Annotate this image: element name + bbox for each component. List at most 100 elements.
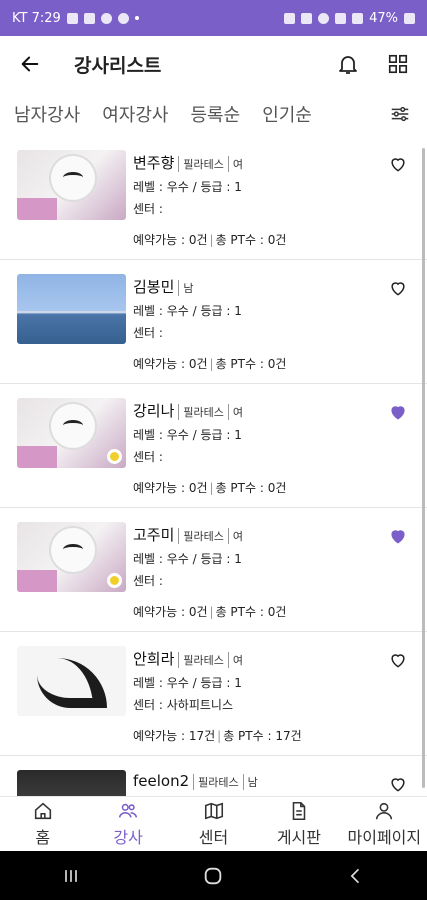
- instructor-card[interactable]: 김봉민 남 레벨 : 우수 / 등급 : 1 센터 : 예약가능 : 0건 | 총 PT수 …: [0, 260, 427, 384]
- filter-male[interactable]: 남자강사: [14, 101, 80, 127]
- notification-button[interactable]: [335, 51, 361, 77]
- filter-female[interactable]: 여자강사: [102, 101, 168, 127]
- instructor-photo: [17, 150, 126, 220]
- instructor-photo: [17, 398, 126, 468]
- pt-count: 총 PT수 : 0건: [215, 605, 287, 619]
- available-count: 예약가능 : 0건: [133, 481, 208, 495]
- pt-count: 총 PT수 : 0건: [215, 357, 287, 371]
- instagram-icon: [83, 12, 95, 24]
- instructor-gender: 여: [227, 156, 243, 172]
- instructor-center: 센터 :: [133, 326, 163, 340]
- heart-icon[interactable]: [388, 278, 408, 298]
- document-icon: [292, 801, 306, 821]
- instructor-gender: 여: [227, 528, 243, 544]
- bluetooth-icon: [318, 12, 330, 24]
- available-count: 예약가능 : 0건: [133, 357, 208, 371]
- messenger-icon: [117, 12, 129, 24]
- available-count: 예약가능 : 0건: [133, 605, 208, 619]
- instructor-name: 김봉민: [133, 278, 175, 296]
- recent-apps-button[interactable]: [59, 864, 83, 888]
- instructor-type: 필라테스: [178, 156, 224, 172]
- app-notification-icon: [100, 12, 112, 24]
- gallery-icon: [66, 12, 78, 24]
- bell-icon: [339, 56, 357, 74]
- nav-label: 게시판: [276, 828, 321, 847]
- instructor-type: 필라테스: [178, 652, 224, 668]
- nav-label: 센터: [198, 828, 229, 847]
- instructor-name: feelon2: [133, 772, 190, 790]
- instructor-center: 센터 :: [133, 574, 163, 588]
- instructor-gender: 여: [227, 404, 243, 420]
- nav-board[interactable]: 게시판: [256, 797, 341, 851]
- sliders-icon: [391, 106, 409, 122]
- filter-settings-button[interactable]: [387, 101, 413, 127]
- page-title: 강사리스트: [74, 54, 162, 77]
- sort-registered[interactable]: 등록순: [191, 101, 241, 127]
- instructor-photo: [17, 522, 126, 592]
- lock-icon: [284, 12, 296, 24]
- nav-mypage[interactable]: 마이페이지: [342, 797, 427, 851]
- instructor-name: 안희라: [133, 650, 175, 668]
- heart-icon[interactable]: [388, 650, 408, 670]
- nav-home[interactable]: 홈: [0, 797, 85, 851]
- heart-icon[interactable]: [388, 774, 408, 794]
- instructor-level: 레벨 : 우수 / 등급 : 1: [133, 428, 242, 442]
- heart-icon[interactable]: [388, 154, 408, 174]
- instructor-type: 필라테스: [178, 404, 224, 420]
- nav-instructors[interactable]: 강사: [85, 797, 170, 851]
- recent-apps-icon: [65, 869, 77, 882]
- app-header: 강사리스트: [0, 36, 427, 92]
- wifi-icon: [335, 12, 347, 24]
- instructor-name: 고주미: [133, 526, 175, 544]
- bottom-nav: 홈 강사 센터 게시판 마이페이지: [0, 796, 427, 851]
- instructor-card[interactable]: 강리나 필라테스 여 레벨 : 우수 / 등급 : 1 센터 : 예약가능 : 0건 | 총 …: [0, 384, 427, 508]
- home-icon: [34, 802, 51, 820]
- instructor-level: 레벨 : 우수 / 등급 : 1: [133, 676, 242, 690]
- status-bar: KT 7:29 47%: [0, 0, 427, 36]
- grid-icon: [388, 54, 408, 74]
- instructor-type: 필라테스: [178, 528, 224, 544]
- nav-label: 홈: [35, 828, 51, 847]
- instructor-card[interactable]: 안희라 필라테스 여 레벨 : 우수 / 등급 : 1 센터 : 사하피트니스 예약가능 …: [0, 632, 427, 756]
- instructor-gender: 남: [178, 280, 194, 296]
- grid-menu-button[interactable]: [385, 51, 411, 77]
- scrollbar[interactable]: [422, 148, 425, 788]
- instructor-card[interactable]: 변주향 필라테스 여 레벨 : 우수 / 등급 : 1 센터 : 예약가능 : 0건 | 총 …: [0, 136, 427, 260]
- pt-count: 총 PT수 : 17건: [223, 729, 302, 743]
- battery-icon: [404, 12, 415, 24]
- instructor-photo: [17, 646, 126, 716]
- online-badge: [107, 449, 122, 464]
- arrow-left-icon: [21, 56, 39, 72]
- heart-filled-icon[interactable]: [388, 526, 408, 546]
- instructor-center: 센터 : 사하피트니스: [133, 698, 233, 712]
- back-system-button[interactable]: [344, 864, 368, 888]
- battery-level: 47%: [369, 10, 398, 26]
- filter-tabs: 남자강사 여자강사 등록순 인기순: [0, 92, 427, 136]
- system-nav-bar: [0, 851, 427, 900]
- instructor-photo: [17, 770, 126, 796]
- map-icon: [204, 802, 223, 820]
- home-system-button[interactable]: [201, 864, 225, 888]
- instructor-gender: 남: [242, 774, 258, 790]
- back-button[interactable]: [16, 50, 44, 78]
- nav-label: 강사: [113, 828, 143, 847]
- instructor-card[interactable]: feelon2 필라테스 남: [0, 756, 427, 796]
- instructor-name: 강리나: [133, 402, 175, 420]
- instructor-center: 센터 :: [133, 202, 163, 216]
- alarm-icon: [301, 12, 313, 24]
- nav-centers[interactable]: 센터: [171, 797, 256, 851]
- available-count: 예약가능 : 0건: [133, 233, 208, 247]
- instructor-level: 레벨 : 우수 / 등급 : 1: [133, 552, 242, 566]
- instructor-card[interactable]: 고주미 필라테스 여 레벨 : 우수 / 등급 : 1 센터 : 예약가능 : 0건 | 총 …: [0, 508, 427, 632]
- heart-filled-icon[interactable]: [388, 402, 408, 422]
- sort-popular[interactable]: 인기순: [262, 101, 312, 127]
- signal-icon: [352, 12, 364, 24]
- nav-label: 마이페이지: [347, 828, 422, 847]
- online-badge: [107, 573, 122, 588]
- instructor-gender: 여: [227, 652, 243, 668]
- status-time: KT 7:29: [12, 10, 61, 26]
- person-icon: [376, 802, 393, 820]
- people-icon: [119, 803, 138, 818]
- instructor-list[interactable]: 변주향 필라테스 여 레벨 : 우수 / 등급 : 1 센터 : 예약가능 : 0건 | 총 …: [0, 136, 427, 796]
- pt-count: 총 PT수 : 0건: [215, 233, 287, 247]
